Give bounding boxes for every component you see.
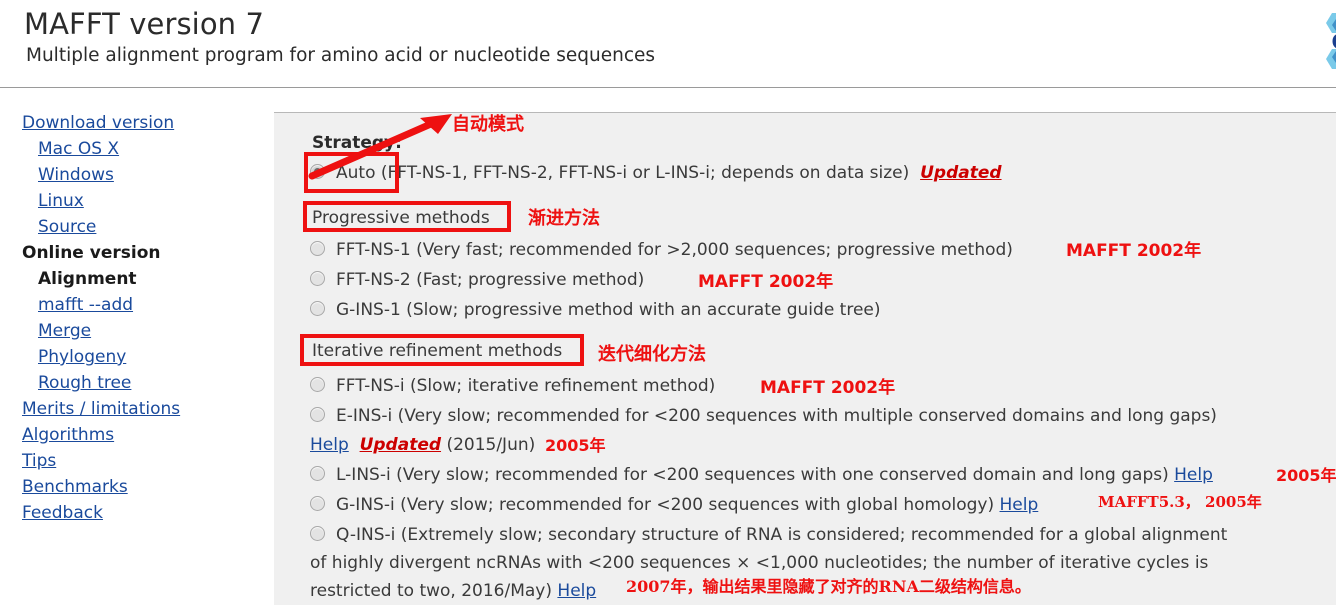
sidebar-link-label[interactable]: Phylogeny xyxy=(38,347,126,367)
sidebar-item-feedback[interactable]: Feedback xyxy=(0,500,262,526)
sidebar-item-download-version[interactable]: Download version xyxy=(0,110,262,136)
option-g-ins-i-label: G-INS-i (Very slow; recommended for <200… xyxy=(336,495,995,515)
q-ins-i-help-link[interactable]: Help xyxy=(557,581,596,601)
page-header: MAFFT version 7 Multiple alignment progr… xyxy=(0,0,1336,88)
sidebar-link-label[interactable]: Rough tree xyxy=(38,373,131,393)
sidebar-item-linux[interactable]: Linux xyxy=(0,188,262,214)
sidebar-link-label[interactable]: Linux xyxy=(38,191,84,211)
sidebar-item-phylogeny[interactable]: Phylogeny xyxy=(0,344,262,370)
sidebar-link-label[interactable]: Mac OS X xyxy=(38,139,119,159)
option-q-ins-i[interactable]: Q-INS-i (Extremely slow; secondary struc… xyxy=(310,525,1227,545)
radio-auto[interactable] xyxy=(310,164,325,179)
option-fft-ns-1[interactable]: FFT-NS-1 (Very fast; recommended for >2,… xyxy=(310,240,1013,260)
radio-fft-ns-2[interactable] xyxy=(310,271,325,286)
group-heading-iterative: Iterative refinement methods xyxy=(312,341,563,361)
sidebar-link-label[interactable]: mafft --add xyxy=(38,295,133,315)
sidebar-link-label[interactable]: Benchmarks xyxy=(22,477,128,497)
e-ins-i-date: (2015/Jun) xyxy=(446,435,536,455)
e-ins-i-updated-link[interactable]: Updated xyxy=(360,435,441,455)
radio-e-ins-i[interactable] xyxy=(310,407,325,422)
annotation-mafft-2002-fftnsi: MAFFT 2002年 xyxy=(760,378,896,398)
sidebar-static-label: Alignment xyxy=(38,269,137,289)
radio-fft-ns-1[interactable] xyxy=(310,241,325,256)
annotation-mafft53-2005: MAFFT5.3， 2005年 xyxy=(1098,493,1262,511)
group-heading-progressive: Progressive methods xyxy=(312,208,490,228)
annotation-2005-linsi: 2005年 xyxy=(1276,466,1336,485)
option-q-ins-i-line3-row: restricted to two, 2016/May) Help xyxy=(310,581,596,601)
sidebar-nav: Download version Mac OS X Windows Linux … xyxy=(0,110,262,526)
sidebar-item-source[interactable]: Source xyxy=(0,214,262,240)
sidebar-item-online-version: Online version xyxy=(0,240,262,266)
option-l-ins-i-label: L-INS-i (Very slow; recommended for <200… xyxy=(336,465,1169,485)
sidebar-item-mac-os-x[interactable]: Mac OS X xyxy=(0,136,262,162)
option-q-ins-i-line1: Q-INS-i (Extremely slow; secondary struc… xyxy=(336,525,1228,545)
option-fft-ns-2[interactable]: FFT-NS-2 (Fast; progressive method) xyxy=(310,270,644,290)
annotation-iterative-cn: 迭代细化方法 xyxy=(598,344,706,365)
sidebar-item-merits-limitations[interactable]: Merits / limitations xyxy=(0,396,262,422)
sidebar-item-mafft-add[interactable]: mafft --add xyxy=(0,292,262,318)
option-l-ins-i[interactable]: L-INS-i (Very slow; recommended for <200… xyxy=(310,465,1213,485)
option-g-ins-1-label: G-INS-1 (Slow; progressive method with a… xyxy=(336,300,881,320)
option-q-ins-i-line3: restricted to two, 2016/May) xyxy=(310,581,552,601)
g-ins-i-help-link[interactable]: Help xyxy=(1000,495,1039,515)
annotation-mafft-2002-fftns2: MAFFT 2002年 xyxy=(698,272,834,292)
option-g-ins-1[interactable]: G-INS-1 (Slow; progressive method with a… xyxy=(310,300,881,320)
sidebar-item-windows[interactable]: Windows xyxy=(0,162,262,188)
sidebar-static-label: Online version xyxy=(22,243,161,263)
option-fft-ns-i-label: FFT-NS-i (Slow; iterative refinement met… xyxy=(336,376,716,396)
option-q-ins-i-line2: of highly divergent ncRNAs with <200 seq… xyxy=(310,553,1209,573)
option-fft-ns-1-label: FFT-NS-1 (Very fast; recommended for >2,… xyxy=(336,240,1013,260)
l-ins-i-help-link[interactable]: Help xyxy=(1174,465,1213,485)
cbrc-logo-text: CBRC xyxy=(1332,29,1336,54)
header-divider xyxy=(0,87,1336,88)
sidebar-item-benchmarks[interactable]: Benchmarks xyxy=(0,474,262,500)
option-g-ins-i[interactable]: G-INS-i (Very slow; recommended for <200… xyxy=(310,495,1038,515)
annotation-progressive-cn: 渐进方法 xyxy=(528,208,600,229)
sidebar-link-label[interactable]: Feedback xyxy=(22,503,103,523)
sidebar-link-label[interactable]: Windows xyxy=(38,165,114,185)
page-title: MAFFT version 7 xyxy=(24,7,265,41)
sidebar-link-label[interactable]: Algorithms xyxy=(22,425,114,445)
page-subtitle: Multiple alignment program for amino aci… xyxy=(26,45,656,66)
sidebar-item-tips[interactable]: Tips xyxy=(0,448,262,474)
annotation-2005-einsi: 2005年 xyxy=(545,436,606,455)
e-ins-i-help-link[interactable]: Help xyxy=(310,435,349,455)
annotation-mafft-2002-fftns1: MAFFT 2002年 xyxy=(1066,241,1202,261)
option-auto[interactable]: Auto (FFT-NS-1, FFT-NS-2, FFT-NS-i or L-… xyxy=(310,163,1002,183)
strategy-heading: Strategy: xyxy=(312,133,402,153)
sidebar-item-alignment: Alignment xyxy=(0,266,262,292)
sidebar-link-label[interactable]: Merge xyxy=(38,321,91,341)
option-e-ins-i[interactable]: E-INS-i (Very slow; recommended for <200… xyxy=(310,406,1217,426)
sidebar-link-label[interactable]: Merits / limitations xyxy=(22,399,180,419)
annotation-qinsi-note: 2007年，输出结果里隐藏了对齐的RNA二级结构信息。 xyxy=(626,577,1031,596)
sidebar-item-rough-tree[interactable]: Rough tree xyxy=(0,370,262,396)
radio-q-ins-i[interactable] xyxy=(310,526,325,541)
radio-l-ins-i[interactable] xyxy=(310,466,325,481)
annotation-auto-mode: 自动模式 xyxy=(452,114,524,135)
auto-updated-link[interactable]: Updated xyxy=(920,163,1001,183)
sidebar-item-merge[interactable]: Merge xyxy=(0,318,262,344)
option-auto-desc: (FFT-NS-1, FFT-NS-2, FFT-NS-i or L-INS-i… xyxy=(380,163,910,183)
sidebar-link-label[interactable]: Download version xyxy=(22,113,174,133)
option-fft-ns-2-label: FFT-NS-2 (Fast; progressive method) xyxy=(336,270,645,290)
sidebar-link-label[interactable]: Source xyxy=(38,217,96,237)
radio-g-ins-i[interactable] xyxy=(310,496,325,511)
option-q-ins-i-line2-row: of highly divergent ncRNAs with <200 seq… xyxy=(310,553,1208,573)
cbrc-logo-icon: CBRC xyxy=(1326,13,1336,69)
e-ins-i-sublinks: Help Updated (2015/Jun) xyxy=(310,435,535,455)
radio-fft-ns-i[interactable] xyxy=(310,377,325,392)
strategy-panel: Strategy: Auto (FFT-NS-1, FFT-NS-2, FFT-… xyxy=(274,112,1336,605)
radio-g-ins-1[interactable] xyxy=(310,301,325,316)
sidebar-item-algorithms[interactable]: Algorithms xyxy=(0,422,262,448)
option-auto-name: Auto xyxy=(336,163,376,183)
sidebar-link-label[interactable]: Tips xyxy=(22,451,56,471)
option-e-ins-i-label: E-INS-i (Very slow; recommended for <200… xyxy=(336,406,1217,426)
option-fft-ns-i[interactable]: FFT-NS-i (Slow; iterative refinement met… xyxy=(310,376,715,396)
